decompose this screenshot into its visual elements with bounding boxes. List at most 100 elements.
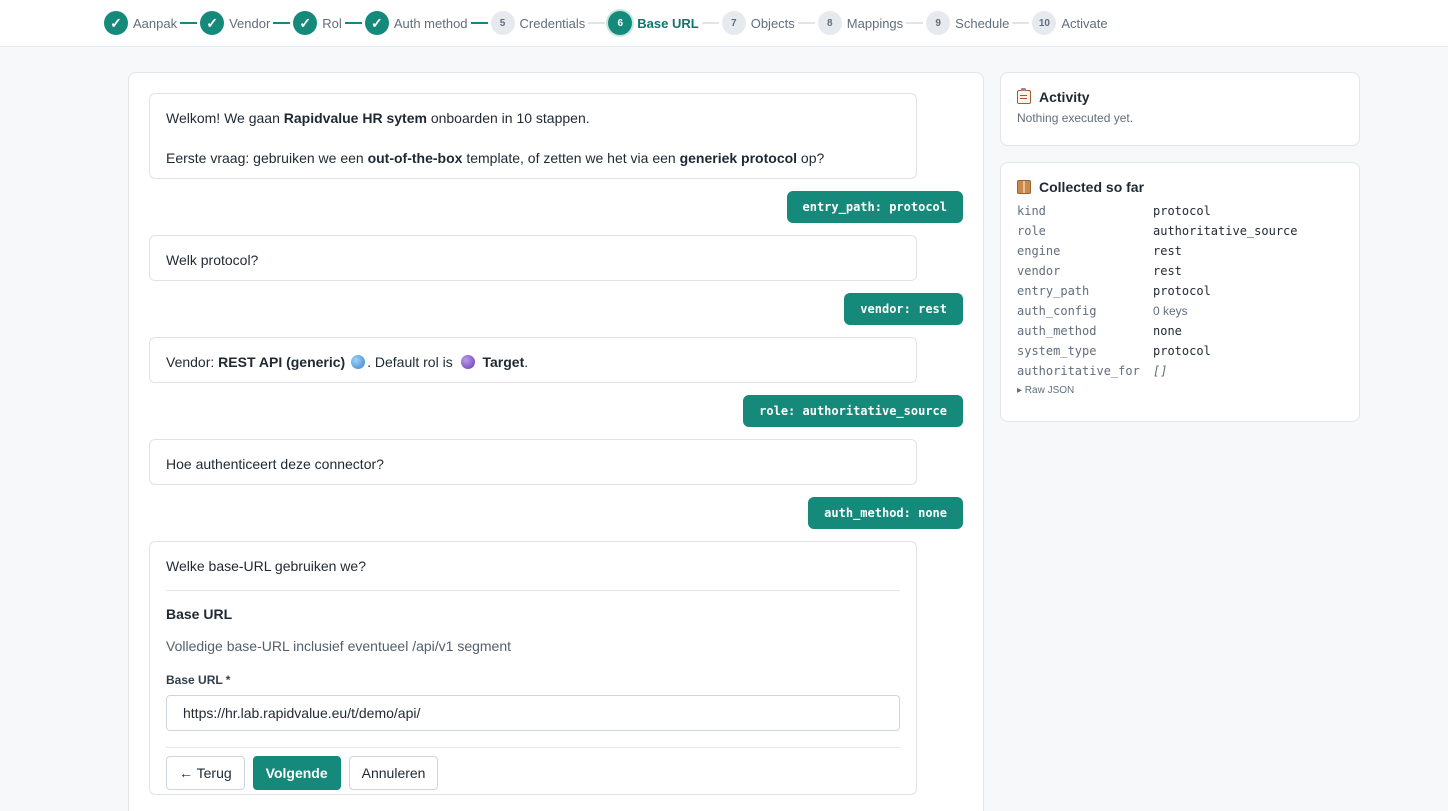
collected-list: kind protocol role authoritative_source engi… — [1017, 201, 1343, 381]
step-number: 9 — [926, 11, 951, 35]
step-number: 7 — [721, 11, 746, 35]
clipboard-icon — [1017, 88, 1031, 104]
form-title: Base URL — [166, 606, 233, 622]
collected-row: auth_method none — [1017, 321, 1343, 341]
activity-title: Activity — [1017, 88, 1343, 105]
collected-key: engine — [1017, 244, 1061, 258]
chat-panel: Welkom! We gaan Rapidvalue HR sytem onbo… — [128, 72, 984, 811]
step-schedule[interactable]: 9 Schedule — [926, 11, 1009, 35]
step-connector — [180, 22, 198, 24]
step-label: Activate — [1061, 15, 1108, 31]
form-question: Welke base-URL gebruiken we? — [166, 558, 366, 574]
raw-json-toggle[interactable]: ▸ Raw JSON — [1017, 385, 1343, 396]
assistant-form-base-url: Welke base-URL gebruiken we? Base URL Vo… — [149, 541, 917, 795]
collected-value: rest — [1153, 264, 1182, 278]
collected-key: kind — [1017, 204, 1046, 218]
wizard-stepper: ✓ Aanpak ✓ Vendor ✓ Rol ✓ Auth method 5 Credentia… — [104, 10, 1108, 36]
activity-empty-text: Nothing executed yet. — [1017, 111, 1134, 125]
step-number: 8 — [817, 11, 842, 35]
step-number: 10 — [1032, 11, 1057, 35]
step-number: 5 — [490, 11, 515, 35]
step-credentials[interactable]: 5 Credentials — [490, 11, 586, 35]
step-label: Schedule — [955, 15, 1010, 31]
collected-row: role authoritative_source — [1017, 221, 1343, 241]
step-connector — [588, 22, 606, 24]
purple-circle-icon — [460, 355, 475, 369]
package-icon — [1017, 180, 1031, 194]
step-base-url[interactable]: 6 Base URL — [608, 11, 699, 35]
step-objects[interactable]: 7 Objects — [721, 11, 795, 35]
collected-value: protocol — [1153, 344, 1211, 358]
collected-key: vendor — [1017, 264, 1061, 278]
back-button[interactable]: ← Terug — [166, 756, 245, 790]
next-button[interactable]: Volgende — [252, 756, 341, 790]
collected-value: rest — [1153, 244, 1182, 258]
form-description: Volledige base-URL inclusief eventueel /… — [166, 638, 512, 654]
step-label: Mappings — [846, 15, 904, 31]
step-mappings[interactable]: 8 Mappings — [817, 11, 904, 35]
collected-key: auth_config — [1017, 304, 1097, 318]
step-connector — [344, 22, 362, 24]
collected-panel: Collected so far kind protocol role authori… — [1000, 162, 1360, 422]
collected-value: [] — [1153, 364, 1168, 378]
collected-key: authoritative_for — [1017, 364, 1140, 378]
collected-value: 0 keys — [1153, 304, 1188, 318]
step-vendor[interactable]: ✓ Vendor — [200, 11, 270, 35]
step-label: Aanpak — [133, 15, 178, 31]
step-connector — [797, 22, 815, 24]
step-connector — [906, 22, 924, 24]
welcome-line: Welkom! We gaan Rapidvalue HR sytem onbo… — [166, 110, 590, 126]
step-number: 6 — [608, 11, 633, 35]
step-connector — [1012, 22, 1030, 24]
check-icon: ✓ — [293, 11, 318, 35]
assistant-message-protocol: Welk protocol? — [149, 235, 917, 281]
step-activate[interactable]: 10 Activate — [1032, 11, 1108, 35]
check-icon: ✓ — [364, 11, 389, 35]
collected-key: auth_method — [1017, 324, 1097, 338]
user-reply-auth-method: auth_method: none — [808, 497, 963, 529]
step-label: Credentials — [519, 15, 586, 31]
step-label: Auth method — [393, 15, 468, 31]
user-reply-vendor: vendor: rest — [844, 293, 963, 325]
step-label: Objects — [750, 15, 795, 31]
collected-row: kind protocol — [1017, 201, 1343, 221]
step-aanpak[interactable]: ✓ Aanpak — [104, 11, 177, 35]
base-url-label: Base URL * — [166, 673, 231, 687]
collected-row: authoritative_for [] — [1017, 361, 1343, 381]
divider — [166, 590, 900, 591]
form-actions: ← Terug Volgende Annuleren — [166, 756, 900, 790]
collected-row: vendor rest — [1017, 261, 1343, 281]
check-icon: ✓ — [104, 11, 128, 35]
question-line: Eerste vraag: gebruiken we een out-of-th… — [166, 150, 825, 166]
collected-value: authoritative_source — [1153, 224, 1298, 238]
step-connector — [701, 22, 719, 24]
step-label: Rol — [322, 15, 342, 31]
collected-row: system_type protocol — [1017, 341, 1343, 361]
collected-key: entry_path — [1017, 284, 1090, 298]
assistant-message-welcome: Welkom! We gaan Rapidvalue HR sytem onbo… — [149, 93, 917, 179]
step-label: Base URL — [637, 15, 699, 31]
collected-row: auth_config 0 keys — [1017, 301, 1343, 321]
globe-icon — [351, 355, 366, 369]
user-reply-entry-path: entry_path: protocol — [786, 191, 963, 223]
base-url-input[interactable]: https://hr.lab.rapidvalue.eu/t/demo/api/ — [166, 695, 900, 731]
collected-row: engine rest — [1017, 241, 1343, 261]
assistant-message-auth: Hoe authenticeert deze connector? — [149, 439, 917, 485]
step-rol[interactable]: ✓ Rol — [293, 11, 342, 35]
collected-value: protocol — [1153, 204, 1211, 218]
cancel-button[interactable]: Annuleren — [348, 756, 439, 790]
collected-row: entry_path protocol — [1017, 281, 1343, 301]
check-icon: ✓ — [200, 11, 225, 35]
divider — [166, 747, 900, 748]
collected-title: Collected so far — [1017, 179, 1343, 195]
collected-key: system_type — [1017, 344, 1097, 358]
step-label: Vendor — [229, 15, 271, 31]
step-connector — [273, 22, 291, 24]
activity-panel: Activity Nothing executed yet. — [1000, 72, 1360, 146]
user-reply-role: role: authoritative_source — [743, 395, 963, 427]
step-auth-method[interactable]: ✓ Auth method — [364, 11, 468, 35]
collected-value: none — [1153, 324, 1182, 338]
wizard-stepper-bar: ✓ Aanpak ✓ Vendor ✓ Rol ✓ Auth method 5 Credentia… — [0, 0, 1448, 47]
collected-value: protocol — [1153, 284, 1211, 298]
assistant-message-vendor: Vendor: REST API (generic) . Default rol… — [149, 337, 917, 383]
